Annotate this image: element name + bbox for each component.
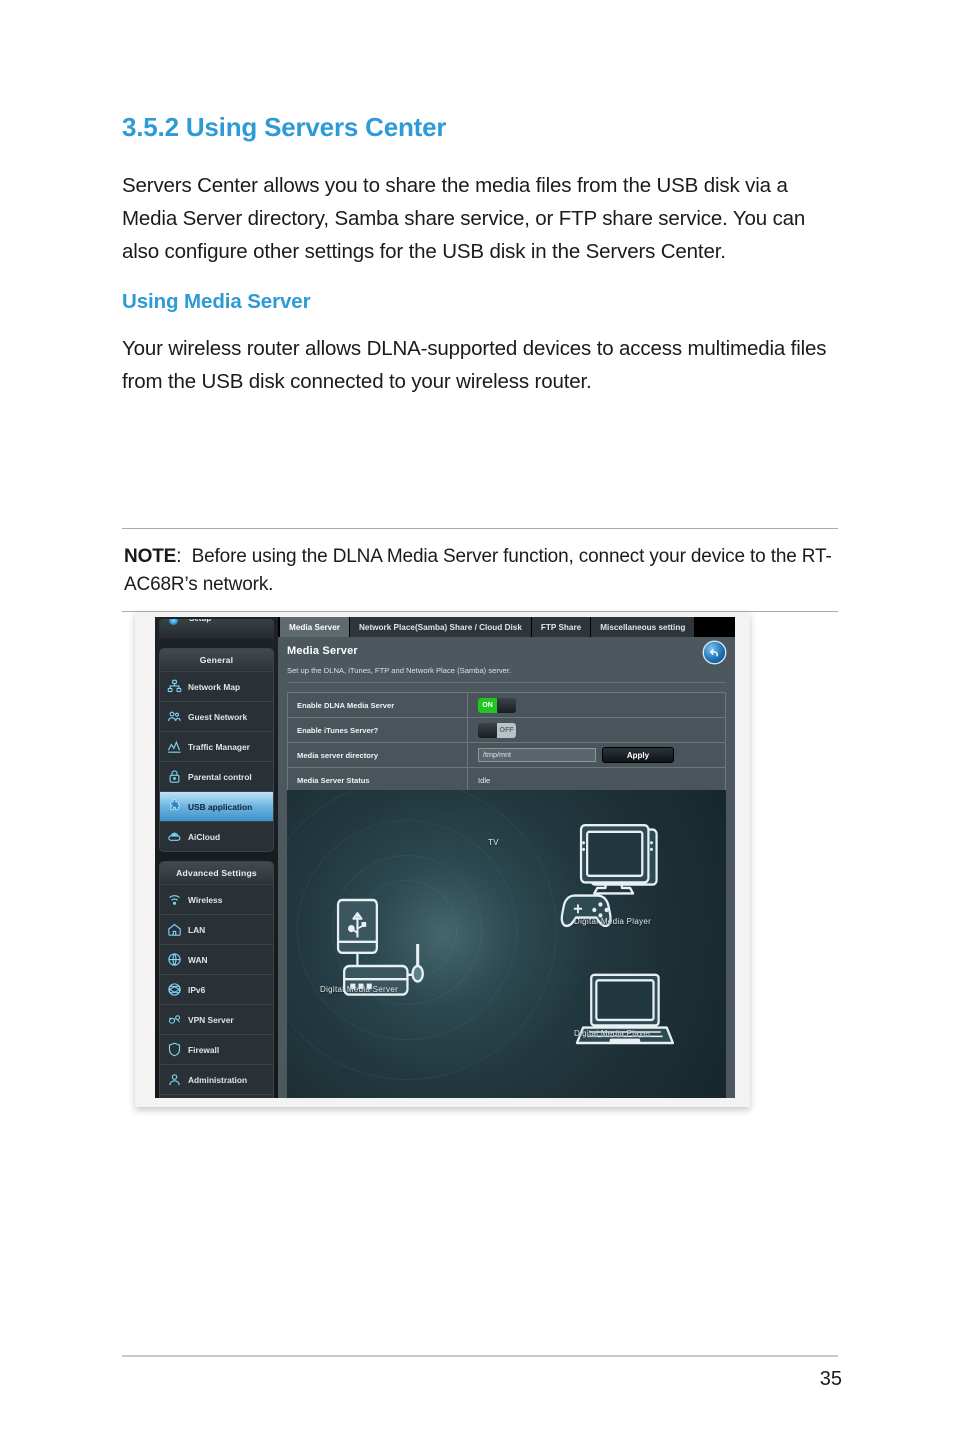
setting-value: OFF [468, 718, 725, 742]
setting-value: ON [468, 693, 725, 717]
manual-page: 3.5.2 Using Servers Center Servers Cente… [0, 0, 954, 1438]
sidebar-item-lan[interactable]: LAN [160, 914, 273, 944]
main-panel: Media Server Network Place(Samba) Share … [278, 617, 735, 1098]
globe-icon [167, 952, 182, 967]
sidebar-item-label: IPv6 [188, 984, 206, 995]
table-row: Enable DLNA Media Server ON [288, 693, 725, 718]
digital-media-server-label: Digital Media Server [320, 985, 399, 994]
sidebar-item-label: USB application [188, 801, 253, 812]
sidebar-item-label: VPN Server [188, 1014, 234, 1025]
setting-label: Media server directory [288, 743, 468, 767]
toggle-knob [497, 697, 516, 713]
sidebar-item-label: Parental control [188, 771, 252, 782]
router-ui-screenshot: Setup General Network Map Guest Network [135, 612, 750, 1107]
toggle-on-label: ON [478, 697, 497, 713]
intro-paragraph: Servers Center allows you to share the m… [122, 174, 806, 263]
note-body: Before using the DLNA Media Server funct… [124, 546, 832, 595]
panel-body: Media Server Set up the DLNA, iTunes, FT… [278, 637, 735, 1098]
sidebar-item-vpn-server[interactable]: VPN Server [160, 1004, 273, 1034]
toggle-off-label: OFF [497, 722, 516, 738]
user-icon [167, 1072, 182, 1087]
tab-bar: Media Server Network Place(Samba) Share … [278, 617, 735, 637]
sidebar-group-advanced: Advanced Settings Wireless LAN WAN IPv6 … [159, 861, 274, 1098]
shield-icon [167, 1042, 182, 1057]
setting-label: Enable iTunes Server? [288, 718, 468, 742]
sidebar-item-network-map[interactable]: Network Map [160, 671, 273, 701]
panel-description: Set up the DLNA, iTunes, FTP and Network… [287, 666, 726, 683]
sidebar-item-administration[interactable]: Administration [160, 1064, 273, 1094]
sidebar-group-header: General [160, 649, 273, 671]
sidebar-item-label: Setup [189, 619, 211, 623]
router-web-ui: Setup General Network Map Guest Network [155, 617, 735, 1098]
sidebar-item-usb-application[interactable]: USB application [160, 791, 273, 821]
usb-puzzle-icon [167, 799, 182, 814]
sidebar-item-firewall[interactable]: Firewall [160, 1034, 273, 1064]
sidebar-item-system-log[interactable]: System Log [160, 1094, 273, 1098]
sidebar-item-label: Guest Network [188, 711, 248, 722]
sidebar-item-ipv6[interactable]: IPv6 [160, 974, 273, 1004]
network-map-icon [167, 679, 182, 694]
note-text: NOTE: Before using the DLNA Media Server… [124, 543, 836, 599]
sidebar-item-label: Network Map [188, 681, 241, 692]
tv-label: TV [488, 838, 499, 847]
sidebar: Setup General Network Map Guest Network [155, 617, 278, 1098]
sidebar-item-label: WAN [188, 954, 208, 965]
sub-heading: Using Media Server [122, 290, 311, 313]
note-separator: : [176, 546, 182, 567]
media-server-directory-input[interactable] [478, 748, 596, 762]
sidebar-group-header: Advanced Settings [160, 862, 273, 884]
ipv6-icon [167, 982, 182, 997]
table-row: Media server directory Apply [288, 743, 725, 768]
tab-network-place-samba[interactable]: Network Place(Samba) Share / Cloud Disk [349, 617, 531, 637]
dlna-media-server-toggle[interactable]: ON [478, 697, 516, 713]
page-title: 3.5.2 Using Servers Center [122, 112, 447, 142]
sidebar-item-label: AiCloud [188, 831, 221, 842]
itunes-server-toggle[interactable]: OFF [478, 722, 516, 738]
note-box: NOTE: Before using the DLNA Media Server… [122, 528, 838, 612]
sidebar-item-label: Wireless [188, 894, 223, 905]
sidebar-group-general: General Network Map Guest Network Traffi… [159, 648, 274, 852]
setting-value: Apply [468, 743, 725, 767]
diagram-graphics [336, 823, 675, 1045]
tab-ftp-share[interactable]: FTP Share [531, 617, 591, 637]
guest-network-icon [167, 709, 182, 724]
sidebar-item-wan[interactable]: WAN [160, 944, 273, 974]
wifi-icon [167, 892, 182, 907]
vpn-icon [167, 1012, 182, 1027]
panel-title: Media Server [287, 645, 358, 657]
setup-icon [169, 619, 178, 625]
note-label: NOTE [124, 546, 177, 567]
document-content: 3.5.2 Using Servers Center Servers Cente… [122, 112, 834, 420]
footer-divider [122, 1355, 838, 1357]
sidebar-item-label: LAN [188, 924, 206, 935]
sidebar-item-traffic-manager[interactable]: Traffic Manager [160, 731, 273, 761]
sidebar-item-label: Administration [188, 1074, 248, 1085]
sidebar-item-guest-network[interactable]: Guest Network [160, 701, 273, 731]
dlna-topology-diagram: TV Digital Media Server Digital Media Pl… [287, 790, 726, 1098]
traffic-manager-icon [167, 739, 182, 754]
setting-label: Enable DLNA Media Server [288, 693, 468, 717]
sub-paragraph: Your wireless router allows DLNA-support… [122, 337, 827, 393]
lock-icon [167, 769, 182, 784]
digital-media-player-top-label: Digital Media Player [574, 917, 652, 926]
sidebar-item-wireless[interactable]: Wireless [160, 884, 273, 914]
cloud-icon [167, 829, 182, 844]
table-row: Enable iTunes Server? OFF [288, 718, 725, 743]
tab-media-server[interactable]: Media Server [280, 617, 349, 637]
sidebar-item-parental-control[interactable]: Parental control [160, 761, 273, 791]
back-arrow-icon[interactable] [704, 642, 725, 663]
sidebar-item-label: Traffic Manager [188, 741, 250, 752]
active-pointer-icon [273, 799, 274, 815]
home-icon [167, 922, 182, 937]
sidebar-item-label: Firewall [188, 1044, 220, 1055]
settings-table: Enable DLNA Media Server ON Enable iTune… [287, 692, 726, 794]
page-number: 35 [819, 1368, 842, 1390]
sidebar-item-aicloud[interactable]: AiCloud [160, 821, 273, 851]
sidebar-item-setup[interactable]: Setup [159, 619, 274, 639]
tab-miscellaneous-setting[interactable]: Miscellaneous setting [591, 617, 695, 637]
toggle-knob [478, 722, 497, 738]
digital-media-player-bottom-label: Digital Media Player [574, 1029, 652, 1038]
apply-button[interactable]: Apply [602, 747, 674, 763]
